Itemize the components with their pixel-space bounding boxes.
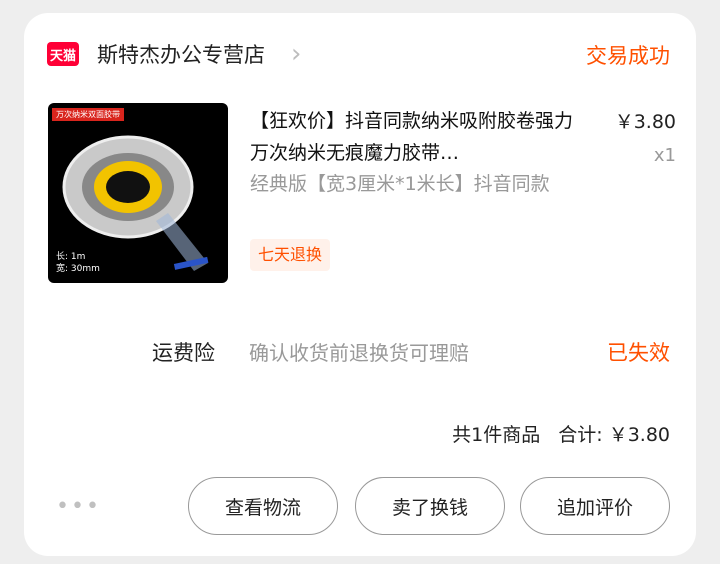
chevron-right-icon[interactable]: › — [291, 39, 301, 69]
resell-button[interactable]: 卖了换钱 — [355, 477, 505, 535]
product-price: ￥3.80 — [614, 111, 676, 133]
more-options-icon[interactable]: ••• — [56, 494, 101, 519]
product-title[interactable]: 【狂欢价】抖音同款纳米吸附胶卷强力万次纳米无痕魔力胶带… — [250, 105, 590, 169]
thumbnail-spec: 长: 1m 宽: 30mm — [56, 252, 100, 274]
service-tag: 七天退换 — [250, 239, 331, 271]
freight-insurance-label: 运费险 — [152, 341, 215, 365]
item-count: 共1件商品 — [452, 424, 541, 446]
shop-header[interactable]: 天猫 斯特杰办公专营店 › — [47, 39, 301, 69]
product-variant: 经典版【宽3厘米*1米长】抖音同款 — [250, 173, 550, 195]
freight-insurance-description: 确认收货前退换货可理赔 — [249, 341, 469, 365]
shop-name[interactable]: 斯特杰办公专营店 — [97, 39, 265, 69]
product-thumbnail[interactable]: 万次纳米双面胶带 长: 1m 宽: 30mm — [48, 103, 228, 283]
total-value: ￥3.80 — [608, 424, 670, 446]
total-label: 合计: — [558, 424, 603, 446]
tmall-logo-icon: 天猫 — [47, 42, 79, 66]
order-summary: 共1件商品 合计: ￥3.80 — [440, 420, 670, 447]
product-quantity: x1 — [653, 145, 676, 166]
add-review-button[interactable]: 追加评价 — [520, 477, 670, 535]
order-status: 交易成功 — [586, 44, 670, 68]
order-card: 天猫 斯特杰办公专营店 › 交易成功 万次纳米双面胶带 长: 1m 宽: 30m… — [24, 13, 696, 556]
view-logistics-button[interactable]: 查看物流 — [188, 477, 338, 535]
freight-insurance-status: 已失效 — [607, 341, 670, 365]
